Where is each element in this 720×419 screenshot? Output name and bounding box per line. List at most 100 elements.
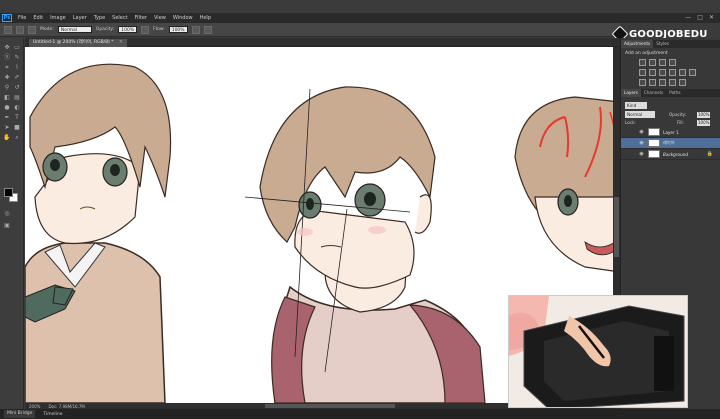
menu-select[interactable]: Select bbox=[112, 15, 127, 21]
zoom-level[interactable]: 200% bbox=[29, 404, 40, 409]
options-bar: Mode: Normal Opacity: 100% Flow: 100% bbox=[0, 23, 620, 37]
channel-mixer-icon[interactable] bbox=[689, 69, 696, 76]
airbrush-icon[interactable] bbox=[191, 25, 200, 34]
pressure-size-icon[interactable] bbox=[203, 25, 212, 34]
pen-tool-icon[interactable]: ✒ bbox=[3, 114, 11, 121]
menu-filter[interactable]: Filter bbox=[135, 15, 147, 21]
layer-thumbnail bbox=[648, 139, 660, 147]
visibility-eye-icon[interactable]: ◉ bbox=[638, 129, 645, 135]
minimize-icon[interactable]: — bbox=[685, 14, 691, 21]
quick-select-tool-icon[interactable]: ✎ bbox=[13, 54, 21, 61]
tools-panel: ✥ ▭ ⓞ ✎ ⌗ ⌇ ✚ ✐ ⚲ ↺ ◧ ▤ ● ◐ ✒ T ➤ ■ ✋ ⌕ … bbox=[0, 38, 24, 409]
eyedropper-tool-icon[interactable]: ⌇ bbox=[13, 64, 21, 71]
tab-channels[interactable]: Channels bbox=[641, 89, 666, 97]
flow-field[interactable]: 100% bbox=[168, 26, 188, 33]
photoshop-logo[interactable]: Ps bbox=[2, 14, 12, 22]
gradient-tool-icon[interactable]: ▤ bbox=[13, 94, 21, 101]
pressure-opacity-icon[interactable] bbox=[141, 25, 150, 34]
healing-tool-icon[interactable]: ✚ bbox=[3, 74, 11, 81]
hand-tool-icon[interactable]: ✋ bbox=[3, 134, 11, 141]
layer-thumbnail bbox=[648, 150, 660, 158]
document-tab[interactable]: Untitled-1 @ 200% (레이어, RGB/8) * ✕ bbox=[29, 39, 127, 47]
clone-stamp-tool-icon[interactable]: ⚲ bbox=[3, 84, 11, 91]
visibility-eye-icon[interactable]: ◉ bbox=[638, 140, 645, 146]
horizontal-scrollbar-thumb[interactable] bbox=[265, 404, 395, 408]
invert-icon[interactable] bbox=[639, 79, 646, 86]
layer-filter-select[interactable]: Kind bbox=[625, 102, 647, 109]
menu-type[interactable]: Type bbox=[94, 15, 105, 21]
menu-window[interactable]: Window bbox=[173, 15, 193, 21]
blend-mode-select[interactable]: Normal bbox=[625, 111, 655, 118]
black-white-icon[interactable] bbox=[669, 69, 676, 76]
menu-file[interactable]: File bbox=[18, 15, 26, 21]
layer-row-layer-1[interactable]: ◉ Layer 1 bbox=[621, 127, 720, 138]
layer-opacity-field[interactable]: 100% bbox=[697, 112, 711, 118]
menu-edit[interactable]: Edit bbox=[33, 15, 43, 21]
lock-label: Lock: bbox=[625, 120, 636, 125]
adjustments-tab-bar: Adjustments Styles bbox=[621, 40, 720, 48]
dodge-tool-icon[interactable]: ◐ bbox=[13, 104, 21, 111]
levels-icon[interactable] bbox=[649, 59, 656, 66]
brush-tool-icon[interactable]: ✐ bbox=[13, 74, 21, 81]
curves-icon[interactable] bbox=[659, 59, 666, 66]
posterize-icon[interactable] bbox=[649, 79, 656, 86]
close-document-icon[interactable]: ✕ bbox=[119, 40, 123, 45]
eraser-tool-icon[interactable]: ◧ bbox=[3, 94, 11, 101]
visibility-eye-icon[interactable]: ◉ bbox=[638, 151, 645, 157]
tab-styles[interactable]: Styles bbox=[653, 40, 672, 48]
mode-label: Mode: bbox=[40, 27, 54, 32]
fill-field[interactable]: 100% bbox=[697, 120, 711, 126]
path-select-tool-icon[interactable]: ➤ bbox=[3, 124, 11, 131]
exposure-icon[interactable] bbox=[669, 59, 676, 66]
opacity-field[interactable]: 100% bbox=[118, 26, 138, 33]
foreground-color-swatch[interactable] bbox=[4, 188, 13, 197]
tab-layers[interactable]: Layers bbox=[621, 89, 641, 97]
color-balance-icon[interactable] bbox=[659, 69, 666, 76]
brush-size-icon[interactable] bbox=[16, 25, 24, 34]
tab-mini-bridge[interactable]: Mini Bridge bbox=[4, 410, 36, 418]
tab-adjustments[interactable]: Adjustments bbox=[621, 40, 654, 48]
shape-tool-icon[interactable]: ■ bbox=[13, 124, 21, 131]
brightness-contrast-icon[interactable] bbox=[639, 59, 646, 66]
mode-select[interactable]: Normal bbox=[57, 26, 92, 33]
type-tool-icon[interactable]: T bbox=[13, 114, 21, 121]
move-tool-icon[interactable]: ✥ bbox=[3, 44, 11, 51]
opacity-label: Opacity: bbox=[95, 27, 115, 32]
blur-tool-icon[interactable]: ● bbox=[3, 104, 11, 111]
gradient-map-icon[interactable] bbox=[669, 79, 676, 86]
fill-label: Fill: bbox=[677, 120, 685, 125]
brush-panel-icon[interactable] bbox=[28, 25, 36, 34]
maximize-icon[interactable]: □ bbox=[697, 14, 703, 21]
document-tab-bar: Untitled-1 @ 200% (레이어, RGB/8) * ✕ bbox=[25, 38, 620, 47]
menu-view[interactable]: View bbox=[154, 15, 166, 21]
document-title: Untitled-1 @ 200% (레이어, RGB/8) * bbox=[33, 40, 114, 45]
threshold-icon[interactable] bbox=[659, 79, 666, 86]
tab-timeline[interactable]: Timeline bbox=[43, 412, 62, 417]
tab-paths[interactable]: Paths bbox=[666, 89, 683, 97]
drawing-tablet-photo bbox=[509, 296, 687, 407]
zoom-tool-icon[interactable]: ⌕ bbox=[13, 134, 21, 141]
layer-row-selected[interactable]: ◉ 레이어 bbox=[621, 138, 720, 149]
brush-preset-icon[interactable] bbox=[4, 25, 12, 34]
layer-row-background[interactable]: ◉ Background 🔒 bbox=[621, 149, 720, 160]
marquee-tool-icon[interactable]: ▭ bbox=[13, 44, 21, 51]
hue-saturation-icon[interactable] bbox=[649, 69, 656, 76]
center-character bbox=[244, 86, 486, 403]
crop-tool-icon[interactable]: ⌗ bbox=[3, 64, 11, 71]
adjustment-buttons bbox=[639, 59, 719, 89]
menu-help[interactable]: Help bbox=[200, 15, 211, 21]
layers-tab-bar: Layers Channels Paths bbox=[621, 89, 720, 97]
lasso-tool-icon[interactable]: ⓞ bbox=[3, 54, 11, 61]
selective-color-icon[interactable] bbox=[679, 79, 686, 86]
document-info[interactable]: Doc: 7.98M/16.7M bbox=[48, 404, 84, 409]
menu-image[interactable]: Image bbox=[50, 15, 66, 21]
close-icon[interactable]: ✕ bbox=[709, 14, 714, 21]
history-brush-tool-icon[interactable]: ↺ bbox=[13, 84, 21, 91]
vertical-scrollbar-thumb[interactable] bbox=[614, 197, 619, 257]
vibrance-icon[interactable] bbox=[639, 69, 646, 76]
layer-name: 레이어 bbox=[663, 140, 675, 145]
screen-mode-icon[interactable]: ▣ bbox=[3, 222, 11, 229]
menu-layer[interactable]: Layer bbox=[73, 15, 87, 21]
photo-filter-icon[interactable] bbox=[679, 69, 686, 76]
quick-mask-icon[interactable]: ◎ bbox=[3, 210, 11, 217]
